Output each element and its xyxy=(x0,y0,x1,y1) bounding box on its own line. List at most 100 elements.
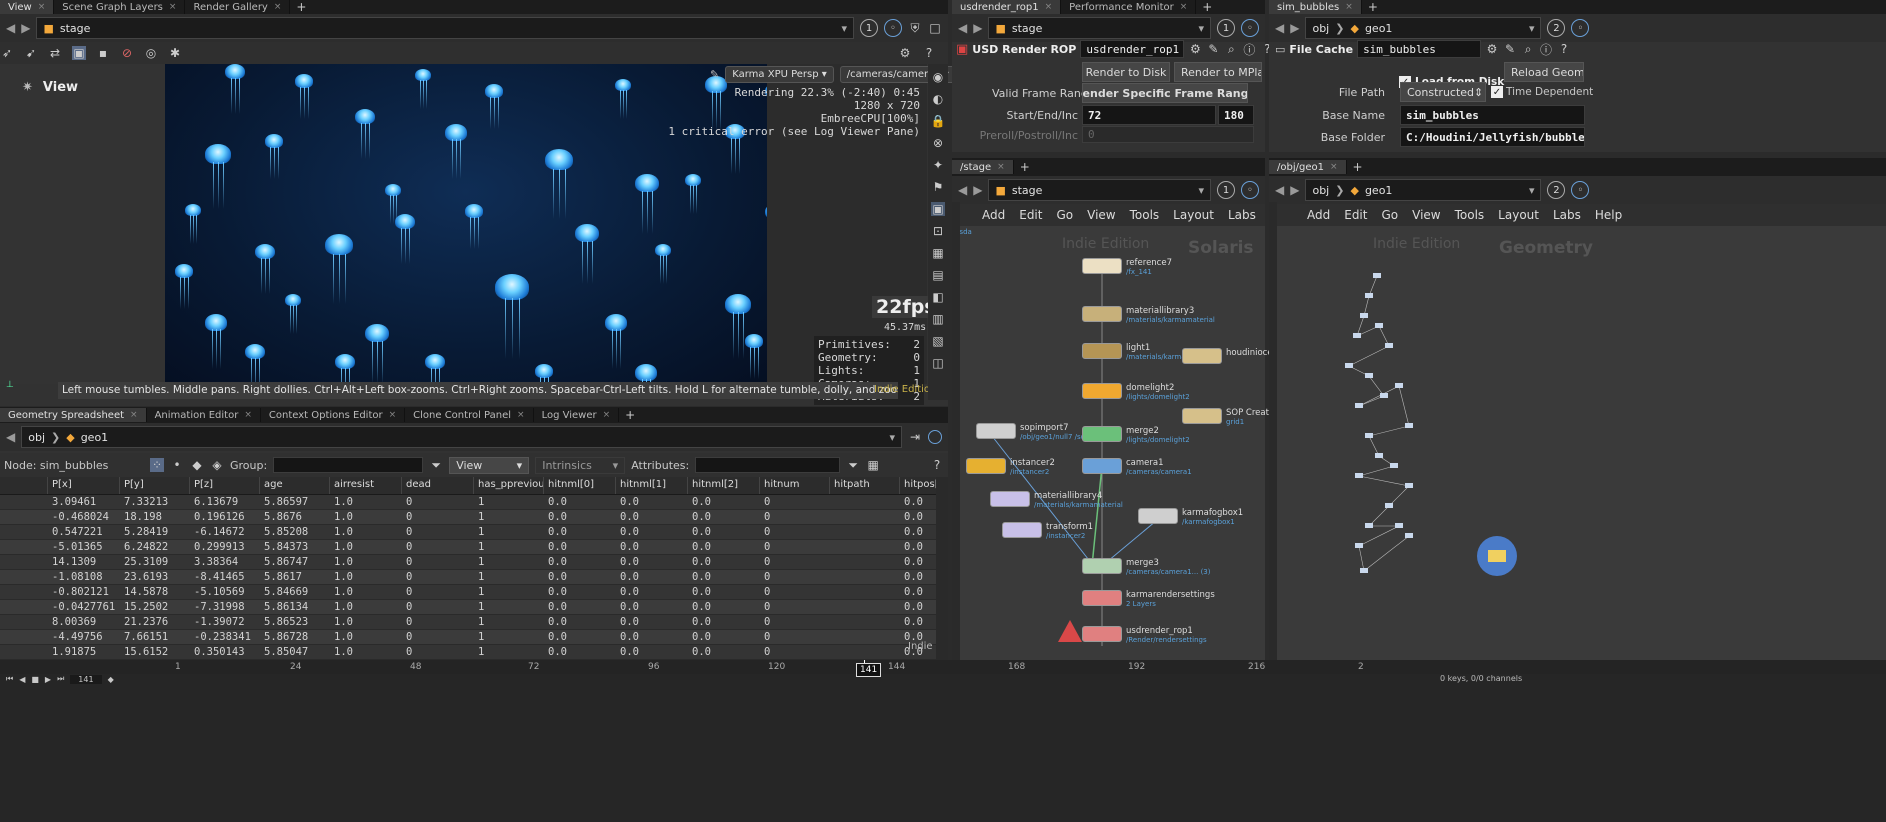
grid-icon[interactable]: ▦ xyxy=(931,246,945,260)
back-arrow-icon[interactable]: ◀ xyxy=(6,21,15,35)
back-arrow-icon[interactable]: ◀ xyxy=(958,21,967,35)
tab-clone-control-panel[interactable]: Clone Control Panel × xyxy=(405,408,534,422)
geo-network-path-field[interactable]: obj ❯ ◆ geo1 ▾ xyxy=(1305,179,1542,201)
gear-icon[interactable]: ⚙ xyxy=(1188,42,1202,56)
geo-node[interactable] xyxy=(1395,523,1403,528)
node-body[interactable] xyxy=(976,423,1016,439)
geo-node[interactable] xyxy=(1385,503,1393,508)
flag-icon[interactable]: ⚑ xyxy=(931,180,945,194)
menu-item-tools[interactable]: Tools xyxy=(1455,208,1485,222)
cache-node-name-field[interactable]: sim_bubbles xyxy=(1357,40,1482,58)
geo-node[interactable] xyxy=(1385,343,1393,348)
time-dependent-checkbox[interactable]: ✓ xyxy=(1491,86,1503,98)
geo-node[interactable] xyxy=(1405,423,1413,428)
path-geo1[interactable]: geo1 xyxy=(81,431,108,444)
pose-tool-icon[interactable]: ➹ xyxy=(24,46,38,60)
network-node[interactable]: merge2/lights/domelight2 xyxy=(1082,426,1190,445)
pin-number-button[interactable]: 1 xyxy=(860,19,878,37)
menu-item-go[interactable]: Go xyxy=(1056,208,1073,222)
geo-node[interactable] xyxy=(1373,273,1381,278)
tab-performance-monitor[interactable]: Performance Monitor × xyxy=(1061,0,1197,14)
geo-node[interactable] xyxy=(1365,293,1373,298)
link-icon[interactable]: ◦ xyxy=(1571,19,1590,37)
help-icon[interactable]: ? xyxy=(930,458,944,472)
column-header[interactable]: hitpos[0] xyxy=(900,477,936,494)
network-node[interactable]: karmafogbox1/karmafogbox1 xyxy=(1138,508,1243,527)
column-header[interactable]: airresist xyxy=(330,477,402,494)
node-body[interactable] xyxy=(1182,348,1222,364)
network-node[interactable]: camera1/cameras/camera1 xyxy=(1082,458,1192,477)
start-frame-field[interactable]: 72 xyxy=(1082,105,1216,125)
table-row[interactable]: 3.09461 7.33213 6.13679 5.86597 1.0 0 1 0.0 0.0 0… xyxy=(0,495,936,510)
node-body[interactable] xyxy=(1082,558,1122,574)
geo-node[interactable] xyxy=(1365,523,1373,528)
menu-item-layout[interactable]: Layout xyxy=(1173,208,1214,222)
geo-node[interactable] xyxy=(1390,463,1398,468)
end-frame-field[interactable]: 180 xyxy=(1218,105,1254,125)
network-node[interactable]: karmarendersettings 2 Layers xyxy=(1082,590,1215,609)
tab-render-gallery[interactable]: Render Gallery × xyxy=(185,0,291,14)
preroll-field[interactable]: 0 xyxy=(1082,126,1254,143)
menu-item-labs[interactable]: Labs xyxy=(1553,208,1581,222)
node-body[interactable] xyxy=(990,491,1030,507)
menu-item-view[interactable]: View xyxy=(1087,208,1115,222)
geo-node[interactable] xyxy=(1395,383,1403,388)
column-header[interactable] xyxy=(0,477,48,494)
info-icon[interactable]: ⓘ xyxy=(1539,42,1553,57)
network-node[interactable]: domelight2/lights/domelight2 xyxy=(1082,383,1190,402)
node-body[interactable] xyxy=(1082,258,1122,274)
geo-node-graph[interactable] xyxy=(1269,226,1886,660)
chevron-down-icon[interactable]: ▾ xyxy=(889,431,895,444)
cube-icon[interactable]: ◫ xyxy=(931,356,945,370)
menu-item-edit[interactable]: Edit xyxy=(1344,208,1367,222)
table-row[interactable]: -5.01365 6.24822 0.299913 5.84373 1.0 0 1 0.0 0.… xyxy=(0,540,936,555)
link-icon[interactable]: ◦ xyxy=(1571,181,1590,199)
node-body[interactable] xyxy=(1002,522,1042,538)
cache-path-field[interactable]: obj ❯ ◆ geo1 ▾ xyxy=(1305,17,1542,39)
add-tab-button[interactable]: + xyxy=(1347,160,1369,174)
tab-obj-geo1[interactable]: /obj/geo1 × xyxy=(1269,160,1347,174)
shading-icon[interactable]: ◧ xyxy=(931,290,945,304)
vertices-mode-icon[interactable]: • xyxy=(170,458,184,472)
forward-arrow-icon[interactable]: ▶ xyxy=(1290,183,1299,197)
menu-item-labs[interactable]: Labs xyxy=(1228,208,1256,222)
help-icon[interactable]: ? xyxy=(922,46,936,60)
help-icon[interactable]: ? xyxy=(1557,42,1571,56)
link-icon[interactable] xyxy=(928,430,942,444)
network-node[interactable]: houdiniocean xyxy=(1182,348,1283,364)
tab-context-options-editor[interactable]: Context Options Editor × xyxy=(261,408,406,422)
tab-geometry-spreadsheet[interactable]: Geometry Spreadsheet × xyxy=(0,408,147,422)
pin-number-button[interactable]: 2 xyxy=(1547,181,1566,199)
node-body[interactable] xyxy=(1082,343,1122,359)
column-header[interactable]: hitnml[0] xyxy=(544,477,616,494)
column-header[interactable]: P[x] xyxy=(48,477,120,494)
geo-node[interactable] xyxy=(1355,473,1363,478)
filter-icon[interactable]: ⏷ xyxy=(429,458,443,472)
detail-mode-icon[interactable]: ◈ xyxy=(210,458,224,472)
chevron-down-icon[interactable]: ▾ xyxy=(841,22,847,35)
geo-node[interactable] xyxy=(1355,403,1363,408)
network-node[interactable]: merge3/cameras/camera1... (3) xyxy=(1082,558,1211,577)
node-body[interactable] xyxy=(1082,458,1122,474)
settings-icon[interactable]: ✱ xyxy=(168,46,182,60)
column-header[interactable]: hitnml[2] xyxy=(688,477,760,494)
stage-network-path-field[interactable]: ■ stage ▾ xyxy=(988,179,1211,201)
base-name-field[interactable]: sim_bubbles xyxy=(1400,105,1585,125)
table-row[interactable]: 0.547221 5.28419 -6.14672 5.85208 1.0 0 1 0.0 0.… xyxy=(0,525,936,540)
table-row[interactable]: -0.802121 14.5878 -5.10569 5.84669 1.0 0 1 0.0 0… xyxy=(0,585,936,600)
network-node[interactable]: instancer2/instancer2 xyxy=(966,458,1055,477)
node-body[interactable] xyxy=(1082,590,1122,606)
menu-item-go[interactable]: Go xyxy=(1381,208,1398,222)
points-mode-icon[interactable]: ⁘ xyxy=(150,458,164,472)
jump-start-icon[interactable]: ⏮ xyxy=(6,674,13,684)
frame-input[interactable]: 141 xyxy=(70,674,102,684)
node-body[interactable] xyxy=(1182,408,1222,424)
pin-number-button[interactable]: 2 xyxy=(1547,19,1566,37)
shield-icon[interactable]: ⛨ xyxy=(908,21,922,35)
renderer-menu[interactable]: Karma XPU Persp ▾ xyxy=(725,66,834,83)
node-body[interactable] xyxy=(966,458,1006,474)
tab-animation-editor[interactable]: Animation Editor × xyxy=(147,408,261,422)
info-icon[interactable]: ⓘ xyxy=(1242,42,1256,57)
rop-node-name-field[interactable]: usdrender_rop1 xyxy=(1080,40,1185,58)
light-icon[interactable]: ✦ xyxy=(931,158,945,172)
